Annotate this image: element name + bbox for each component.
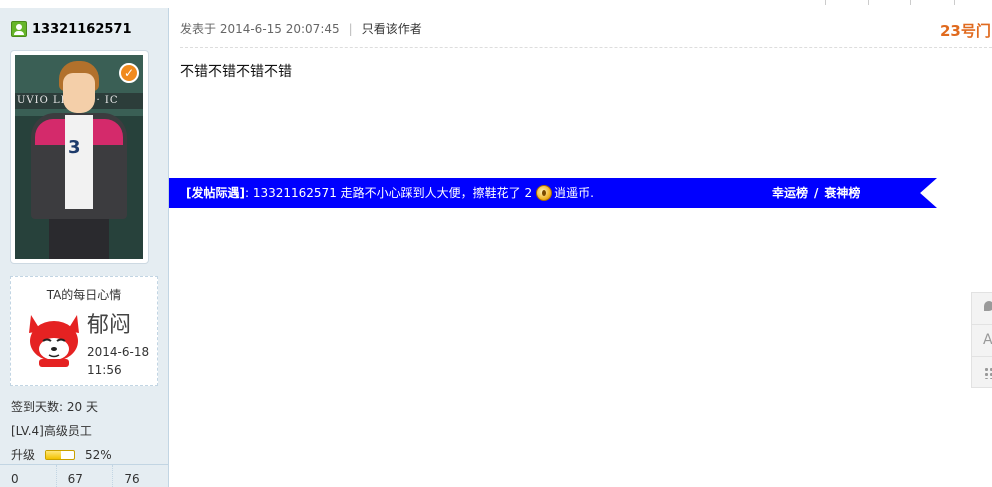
daily-mood-box: TA的每日心情 郁闷 2014-6-18 11:56 [10, 276, 158, 386]
rank-links: 幸运榜 / 衰神榜 [772, 178, 860, 208]
top-divider [910, 0, 911, 5]
avatar-frame: UVIO LLERY · IC 3 ✓ [10, 50, 149, 264]
top-divider [868, 0, 869, 5]
avatar[interactable]: UVIO LLERY · IC 3 ✓ [15, 55, 143, 259]
stat-topics[interactable]: 0 主题 [0, 465, 57, 487]
upgrade-progress: 升级 52% [11, 446, 112, 463]
user-level[interactable]: [LV.4]高级员工 [11, 422, 92, 439]
author-header: 13321162571 [11, 21, 132, 37]
fox-mood-icon [29, 315, 79, 367]
user-online-icon [11, 21, 27, 37]
lucky-rank-link[interactable]: 幸运榜 [772, 186, 808, 200]
top-strip [0, 0, 992, 8]
event-text: : 13321162571 走路不小心踩到人大便，擦鞋花了 2 [244, 186, 533, 200]
avatar-shirt-number: 3 [68, 137, 81, 158]
meta-divider [180, 47, 992, 48]
stat-points-value: 76 [124, 472, 140, 486]
stat-posts-value: 67 [67, 472, 83, 486]
mood-title: TA的每日心情 [46, 288, 122, 302]
grid-icon[interactable] [972, 357, 992, 389]
user-stats: 0 主题 67 帖子 76 积分 [0, 464, 169, 487]
stat-topics-value: 0 [11, 472, 19, 486]
stat-points[interactable]: 76 积分 [113, 465, 169, 487]
stat-posts[interactable]: 67 帖子 [57, 465, 114, 487]
text-icon[interactable] [972, 325, 992, 357]
upgrade-label: 升级 [11, 448, 36, 462]
author-sidebar: 13321162571 UVIO LLERY · IC 3 ✓ TA的每日心情 [0, 8, 169, 487]
top-divider [954, 0, 955, 5]
upgrade-progress-bar [45, 449, 76, 460]
top-divider [825, 0, 826, 5]
avatar-pants [49, 219, 109, 259]
avatar-face [63, 73, 95, 113]
avatar-shirt [65, 115, 93, 209]
post-content: 不错不错不错不错 [180, 64, 292, 80]
floating-toolbar [971, 292, 992, 388]
quote-icon[interactable] [972, 293, 992, 325]
event-tag: [发帖际遇] [186, 186, 245, 200]
mood-text: 郁闷 [87, 313, 132, 338]
signin-days: 签到天数: 20 天 [11, 400, 98, 414]
upgrade-percent: 52% [85, 447, 112, 462]
coin-icon [536, 185, 553, 201]
meta-separator: | [348, 21, 353, 36]
post-timestamp: 发表于 2014-6-15 20:07:45 [180, 22, 340, 36]
unlucky-rank-link[interactable]: 衰神榜 [824, 186, 860, 200]
author-name-link[interactable]: 13321162571 [32, 22, 132, 37]
mood-date: 2014-6-18 11:56 [87, 345, 150, 377]
event-message: [发帖际遇] : 13321162571 走路不小心踩到人大便，擦鞋花了 2 逍… [186, 178, 594, 208]
post-meta: 发表于 2014-6-15 20:07:45 | 只看该作者 [180, 20, 422, 37]
verified-badge-icon: ✓ [119, 63, 139, 83]
only-author-link[interactable]: 只看该作者 [362, 20, 422, 37]
event-currency: 逍遥币. [554, 186, 594, 200]
posting-event-banner: [发帖际遇] : 13321162571 走路不小心踩到人大便，擦鞋花了 2 逍… [169, 178, 937, 208]
upgrade-progress-fill [46, 450, 61, 459]
rank-separator: / [814, 186, 819, 200]
floor-number[interactable]: 23号门 [940, 20, 991, 41]
